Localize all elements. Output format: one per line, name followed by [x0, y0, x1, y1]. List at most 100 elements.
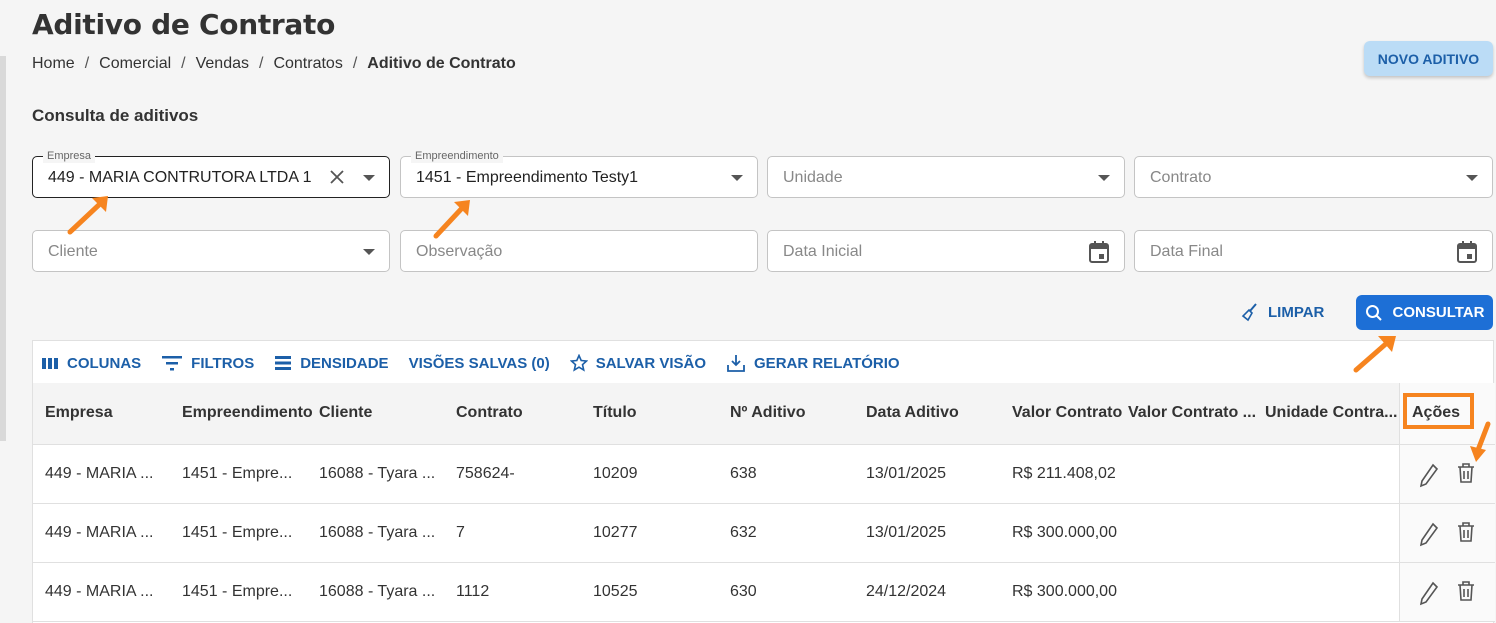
cell-contrato: 758624-	[456, 465, 515, 482]
pencil-icon[interactable]	[1418, 521, 1440, 547]
cell-data-aditivo: 13/01/2025	[866, 524, 947, 541]
novo-aditivo-button[interactable]: NOVO ADITIVO	[1364, 41, 1493, 76]
empresa-label: Empresa	[43, 149, 96, 163]
cliente-select[interactable]: Cliente	[32, 230, 390, 272]
column-header-valor-contrato[interactable]: Valor Contrato	[1012, 404, 1122, 422]
breadcrumb-home[interactable]: Home	[32, 55, 75, 73]
page: Aditivo de Contrato Home / Comercial / V…	[0, 0, 1496, 623]
gerar-relatorio-label: GERAR RELATÓRIO	[754, 354, 900, 372]
download-icon	[727, 355, 745, 372]
consultar-button[interactable]: CONSULTAR	[1356, 295, 1493, 330]
column-header-cliente[interactable]: Cliente	[319, 404, 372, 422]
unidade-select[interactable]: Unidade	[767, 156, 1125, 198]
data-inicial-input[interactable]: Data Inicial	[767, 230, 1125, 272]
cell-empresa: 449 - MARIA ...	[45, 524, 154, 541]
contrato-select[interactable]: Contrato	[1134, 156, 1493, 198]
column-header-data-aditivo[interactable]: Data Aditivo	[866, 404, 959, 422]
contrato-placeholder: Contrato	[1150, 169, 1212, 186]
cell-cliente: 16088 - Tyara ...	[319, 465, 436, 482]
chevron-down-icon[interactable]	[1098, 175, 1110, 181]
annotation-arrow-icon	[67, 196, 108, 235]
column-header-titulo[interactable]: Título	[593, 404, 637, 422]
pencil-icon[interactable]	[1418, 580, 1440, 606]
table-row[interactable]: 449 - MARIA ... 1451 - Empre... 16088 - …	[33, 563, 1495, 622]
cell-n-aditivo: 638	[730, 465, 757, 482]
empresa-value: 449 - MARIA CONTRUTORA LTDA 1	[48, 169, 312, 186]
colunas-button[interactable]: COLUNAS	[41, 355, 141, 372]
page-title: Aditivo de Contrato	[32, 8, 336, 41]
breadcrumb-current: Aditivo de Contrato	[367, 55, 516, 72]
clear-icon[interactable]	[327, 167, 347, 187]
column-header-empreendimento[interactable]: Empreendimento	[182, 404, 313, 422]
cell-empresa: 449 - MARIA ...	[45, 465, 154, 482]
table-row[interactable]: 449 - MARIA ... 1451 - Empre... 16088 - …	[33, 504, 1495, 563]
limpar-button[interactable]: LIMPAR	[1240, 300, 1324, 324]
breadcrumb-comercial[interactable]: Comercial	[99, 55, 171, 73]
search-icon	[1365, 304, 1382, 321]
annotation-highlight-box	[1403, 393, 1474, 429]
calendar-icon[interactable]	[1456, 240, 1478, 264]
gerar-relatorio-button[interactable]: GERAR RELATÓRIO	[726, 353, 900, 373]
densidade-label: DENSIDADE	[300, 354, 389, 372]
cell-cliente: 16088 - Tyara ...	[319, 583, 436, 600]
cell-titulo: 10209	[593, 465, 638, 482]
cell-contrato: 7	[456, 524, 465, 541]
cell-titulo: 10277	[593, 524, 638, 541]
unidade-placeholder: Unidade	[783, 169, 843, 186]
filtros-button[interactable]: FILTROS	[161, 355, 254, 372]
pencil-icon[interactable]	[1418, 462, 1440, 488]
chevron-down-icon[interactable]	[363, 175, 375, 181]
filtros-label: FILTROS	[191, 354, 255, 372]
chevron-down-icon[interactable]	[363, 249, 375, 255]
cell-data-aditivo: 13/01/2025	[866, 465, 947, 482]
breadcrumb: Home / Comercial / Vendas / Contratos / …	[32, 55, 516, 73]
table-row[interactable]: 449 - MARIA ... 1451 - Empre... 16088 - …	[33, 445, 1495, 504]
chevron-down-icon[interactable]	[1466, 175, 1478, 181]
breadcrumb-separator: /	[352, 55, 358, 72]
cell-empresa: 449 - MARIA ...	[45, 583, 154, 600]
section-title: Consulta de aditivos	[32, 106, 199, 125]
empreendimento-value: 1451 - Empreendimento Testy1	[416, 169, 639, 186]
cell-titulo: 10525	[593, 583, 638, 600]
actions-cell	[1399, 563, 1495, 621]
salvar-visao-button[interactable]: SALVAR VISÃO	[569, 354, 707, 372]
cliente-placeholder: Cliente	[48, 243, 98, 260]
actions-cell	[1399, 504, 1495, 562]
columns-icon	[42, 358, 58, 369]
salvar-visao-label: SALVAR VISÃO	[595, 354, 707, 372]
observacao-placeholder: Observação	[416, 243, 503, 260]
cell-contrato: 1112	[456, 583, 490, 600]
visoes-salvas-button[interactable]: VISÕES SALVAS (0)	[409, 355, 550, 372]
densidade-button[interactable]: DENSIDADE	[274, 354, 389, 372]
annotation-arrow-icon	[433, 200, 470, 239]
cell-empreendimento: 1451 - Empre...	[182, 583, 293, 600]
limpar-label: LIMPAR	[1268, 303, 1325, 321]
trash-icon[interactable]	[1456, 580, 1476, 602]
column-header-contrato[interactable]: Contrato	[456, 404, 523, 422]
column-header-n-aditivo[interactable]: Nº Aditivo	[730, 404, 805, 422]
cell-data-aditivo: 24/12/2024	[866, 583, 947, 600]
cell-empreendimento: 1451 - Empre...	[182, 524, 293, 541]
column-header-empresa[interactable]: Empresa	[45, 404, 113, 422]
grid-toolbar: COLUNAS FILTROS DENSIDADE VISÕES SALVAS …	[41, 353, 920, 373]
trash-icon[interactable]	[1456, 521, 1476, 543]
cell-valor-contrato: R$ 300.000,00	[1012, 583, 1117, 600]
data-final-input[interactable]: Data Final	[1134, 230, 1493, 272]
cell-cliente: 16088 - Tyara ...	[319, 524, 436, 541]
colunas-label: COLUNAS	[67, 354, 142, 372]
broom-icon	[1241, 303, 1257, 322]
chevron-down-icon[interactable]	[731, 175, 743, 181]
column-header-unidade-contrato[interactable]: Unidade Contra...	[1265, 404, 1397, 422]
column-header-valor-contrato-2[interactable]: Valor Contrato ...	[1128, 404, 1256, 422]
breadcrumb-vendas[interactable]: Vendas	[196, 55, 249, 73]
star-icon	[569, 354, 588, 372]
cell-n-aditivo: 632	[730, 524, 757, 541]
cell-valor-contrato: R$ 211.408,02	[1012, 465, 1116, 482]
empreendimento-select[interactable]: Empreendimento 1451 - Empreendimento Tes…	[400, 149, 758, 198]
annotation-arrow-icon	[1353, 336, 1396, 373]
breadcrumb-separator: /	[84, 55, 90, 72]
calendar-icon[interactable]	[1088, 240, 1110, 264]
cell-n-aditivo: 630	[730, 583, 757, 600]
breadcrumb-contratos[interactable]: Contratos	[273, 55, 342, 73]
empreendimento-label: Empreendimento	[411, 149, 503, 163]
